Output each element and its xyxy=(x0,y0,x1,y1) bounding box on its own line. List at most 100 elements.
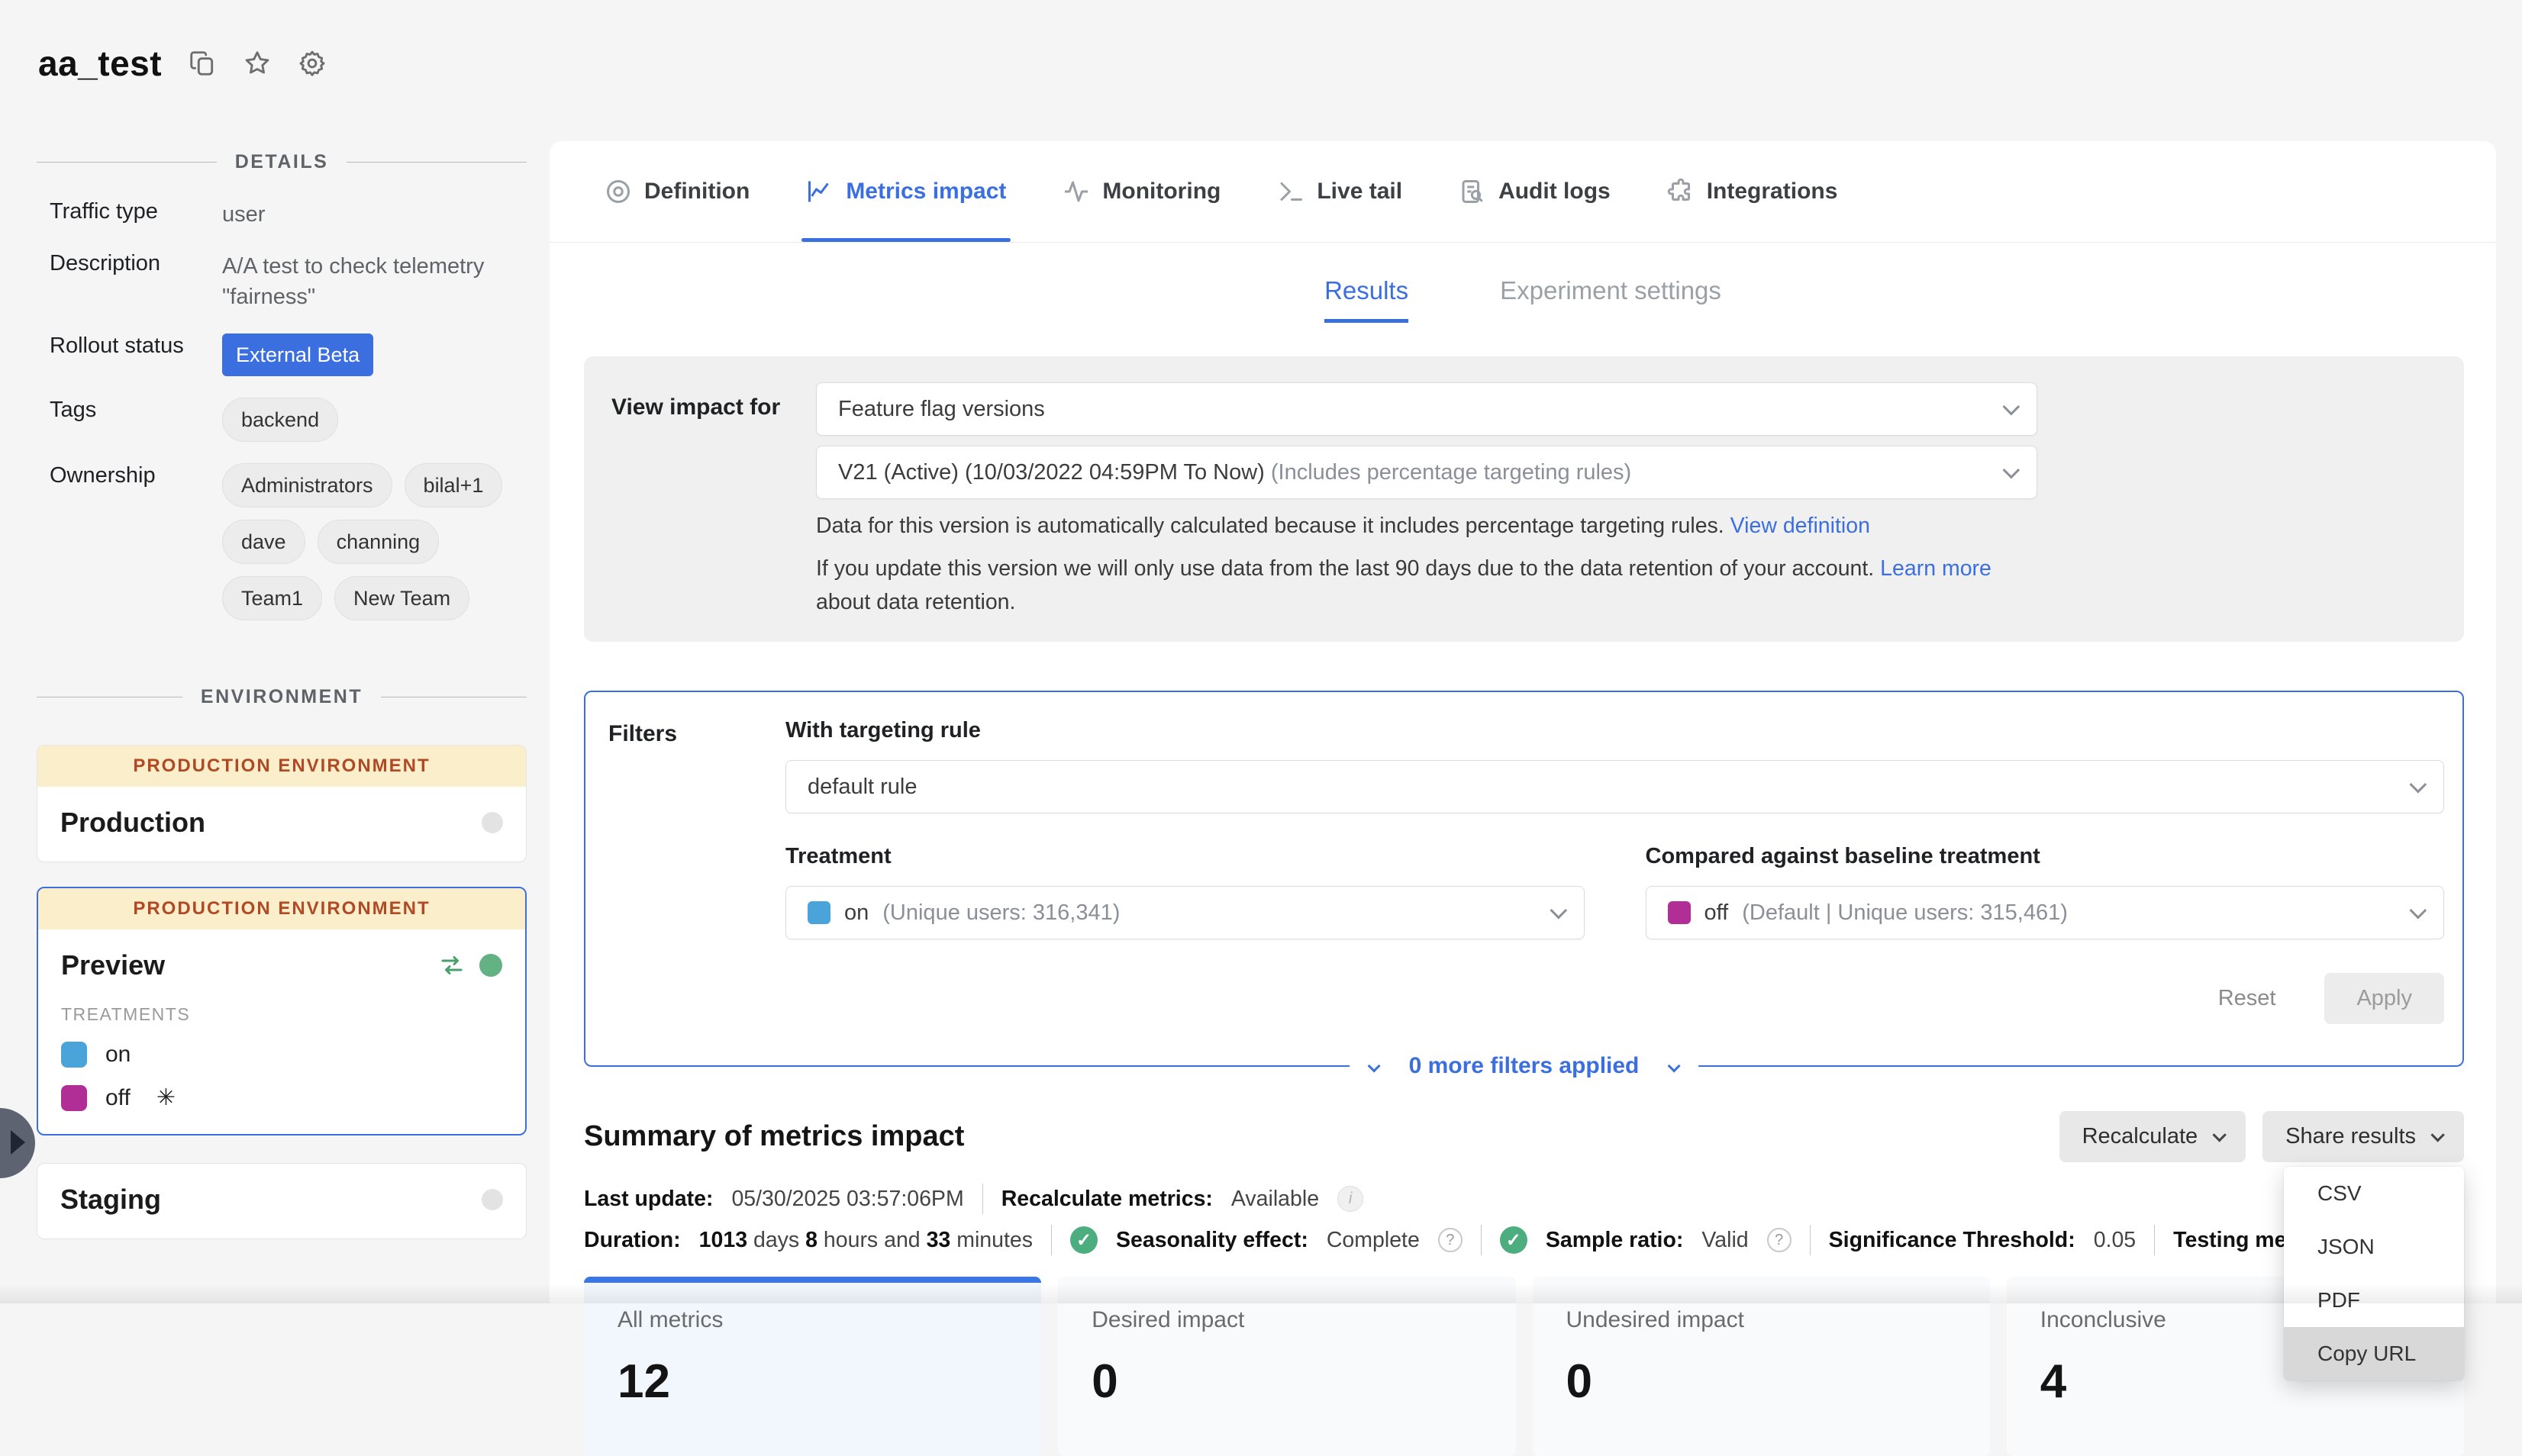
share-menu-item-copy-url[interactable]: Copy URL xyxy=(2284,1327,2464,1380)
last-update-label: Last update: xyxy=(584,1187,713,1212)
subtab-experiment-settings[interactable]: Experiment settings xyxy=(1500,276,1721,323)
env-card-staging[interactable]: Staging xyxy=(37,1163,527,1239)
sidebar: aa_test DETAILS Traffic type user Descri… xyxy=(0,0,550,1303)
reset-button[interactable]: Reset xyxy=(2218,986,2276,1011)
baseline-label: Compared against baseline treatment xyxy=(1646,844,2445,869)
tab-label: Live tail xyxy=(1317,179,1402,205)
chevron-down-icon xyxy=(2003,398,2021,416)
share-results-label: Share results xyxy=(2285,1124,2416,1149)
owner-chip[interactable]: dave xyxy=(222,520,305,564)
env-card-preview[interactable]: PRODUCTION ENVIRONMENT Preview TREATMENT… xyxy=(37,887,527,1135)
share-menu-item-pdf[interactable]: PDF xyxy=(2284,1274,2464,1327)
chevron-right-icon xyxy=(11,1130,25,1155)
tab-integrations[interactable]: Integrations xyxy=(1667,141,1838,242)
metric-card-desired-impact[interactable]: Desired impact 0 xyxy=(1058,1277,1515,1456)
tab-audit-logs[interactable]: Audit logs xyxy=(1459,141,1611,242)
targeting-rule-label: With targeting rule xyxy=(785,718,2444,743)
rollout-status-row: Rollout status External Beta xyxy=(50,333,527,376)
line-chart-icon xyxy=(806,178,834,205)
metric-card-value: 0 xyxy=(1092,1355,1515,1409)
gear-icon[interactable] xyxy=(298,49,327,78)
owner-chip[interactable]: Administrators xyxy=(222,463,392,507)
metric-card-undesired-impact[interactable]: Undesired impact 0 xyxy=(1533,1277,1990,1456)
treatment-on-row: on xyxy=(61,1042,502,1068)
stats-line-2: Duration: 1013 days 8 hours and 33 minut… xyxy=(584,1225,2464,1255)
view-definition-link[interactable]: View definition xyxy=(1730,514,1870,538)
treatment-select-detail: (Unique users: 316,341) xyxy=(882,900,1120,926)
owner-chip[interactable]: bilal+1 xyxy=(405,463,503,507)
env-name-preview: Preview xyxy=(61,949,438,981)
metric-card-label: All metrics xyxy=(618,1307,1041,1333)
subtab-results[interactable]: Results xyxy=(1324,276,1408,323)
rollout-status-label: Rollout status xyxy=(50,333,222,376)
recalculate-button[interactable]: Recalculate xyxy=(2059,1111,2246,1162)
seasonality-value: Complete xyxy=(1327,1228,1420,1253)
more-filters-toggle[interactable]: 0 more filters applied xyxy=(1350,1047,1699,1085)
tab-metrics-impact[interactable]: Metrics impact xyxy=(806,141,1006,242)
summary-header: Summary of metrics impact Recalculate Sh… xyxy=(584,1111,2464,1162)
treatment-off-swatch xyxy=(61,1085,87,1111)
impact-source-select[interactable]: Feature flag versions xyxy=(816,382,2037,436)
star-icon[interactable] xyxy=(243,49,272,78)
filters-label: Filters xyxy=(608,718,785,1024)
tab-bar: Definition Metrics impact Monitoring Liv… xyxy=(550,141,2496,243)
metric-card-all-metrics[interactable]: All metrics 12 xyxy=(584,1277,1041,1456)
targeting-rule-select[interactable]: default rule xyxy=(785,760,2444,813)
help-icon[interactable]: ? xyxy=(1767,1228,1792,1252)
rollout-status-badge: External Beta xyxy=(222,333,373,376)
share-results-button[interactable]: Share results xyxy=(2262,1111,2464,1162)
sub-tab-bar: Results Experiment settings xyxy=(550,276,2496,323)
traffic-type-label: Traffic type xyxy=(50,199,222,230)
flag-header: aa_test xyxy=(0,0,550,84)
learn-more-link[interactable]: Learn more xyxy=(1880,556,1991,581)
version-value: V21 (Active) (10/03/2022 04:59PM To Now) xyxy=(838,460,1265,485)
metric-card-label: Undesired impact xyxy=(1566,1307,1990,1333)
targeting-rule-value: default rule xyxy=(808,775,2410,800)
recalc-metrics-label: Recalculate metrics: xyxy=(1001,1187,1213,1212)
treatment-on-swatch xyxy=(808,901,830,924)
tag-chip[interactable]: backend xyxy=(222,398,338,442)
summary-title: Summary of metrics impact xyxy=(584,1120,2059,1153)
traffic-type-value: user xyxy=(222,199,527,230)
owner-chip[interactable]: New Team xyxy=(334,576,469,620)
help-icon[interactable]: ? xyxy=(1438,1228,1463,1252)
tags-row: Tags backend xyxy=(50,398,527,442)
data-retention-note: If you update this version we will only … xyxy=(816,552,2037,619)
tab-label: Metrics impact xyxy=(846,179,1006,205)
info-icon[interactable]: i xyxy=(1337,1186,1363,1212)
chevron-down-icon xyxy=(1550,902,1567,920)
chevron-down-icon xyxy=(2410,776,2427,794)
environment-heading: ENVIRONMENT xyxy=(201,686,363,708)
version-select[interactable]: V21 (Active) (10/03/2022 04:59PM To Now)… xyxy=(816,446,2037,499)
tab-label: Monitoring xyxy=(1102,179,1221,205)
env-card-production[interactable]: PRODUCTION ENVIRONMENT Production xyxy=(37,745,527,862)
sidebar-collapse-handle[interactable] xyxy=(0,1108,35,1178)
tab-monitoring[interactable]: Monitoring xyxy=(1063,141,1221,242)
share-menu-item-json[interactable]: JSON xyxy=(2284,1220,2464,1274)
description-value: A/A test to check telemetry "fairness" xyxy=(222,251,527,312)
apply-button[interactable]: Apply xyxy=(2324,973,2444,1024)
chevron-down-icon xyxy=(2430,1128,2444,1142)
treatment-off-swatch xyxy=(1668,901,1691,924)
owner-chip[interactable]: Team1 xyxy=(222,576,322,620)
document-search-icon xyxy=(1459,178,1486,205)
env-name-staging: Staging xyxy=(60,1184,482,1216)
treatment-label: Treatment xyxy=(785,844,1585,869)
env-name-production: Production xyxy=(60,807,482,839)
treatment-select[interactable]: on (Unique users: 316,341) xyxy=(785,886,1585,939)
tab-definition[interactable]: Definition xyxy=(605,141,750,242)
production-env-banner: PRODUCTION ENVIRONMENT xyxy=(38,888,525,929)
owner-chip[interactable]: channing xyxy=(318,520,440,564)
details-heading: DETAILS xyxy=(235,151,329,173)
baseline-select[interactable]: off (Default | Unique users: 315,461) xyxy=(1646,886,2445,939)
seasonality-label: Seasonality effect: xyxy=(1116,1228,1308,1253)
status-dot-gray xyxy=(482,812,503,833)
copy-icon[interactable] xyxy=(188,49,217,78)
check-circle-icon: ✓ xyxy=(1070,1226,1098,1254)
duration-value: 1013 days 8 hours and 33 minutes xyxy=(699,1228,1033,1253)
significance-value: 0.05 xyxy=(2094,1228,2136,1253)
tab-live-tail[interactable]: Live tail xyxy=(1277,141,1402,242)
share-menu-item-csv[interactable]: CSV xyxy=(2284,1167,2464,1220)
details-divider: DETAILS xyxy=(37,151,527,173)
chevron-down-icon xyxy=(1367,1060,1380,1073)
